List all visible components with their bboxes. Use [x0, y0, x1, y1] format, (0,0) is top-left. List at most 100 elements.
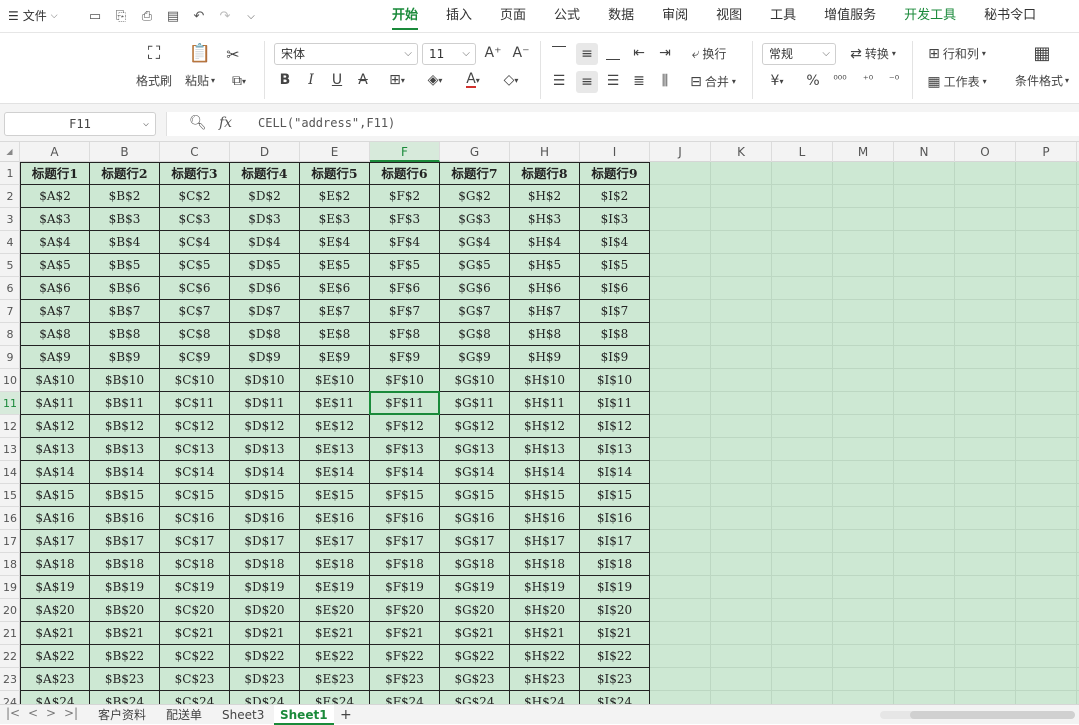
- cell-I5[interactable]: $I$5: [580, 254, 650, 277]
- cell-E20[interactable]: $E$20: [300, 599, 370, 622]
- print-icon[interactable]: ⎙: [138, 7, 156, 25]
- cell-D23[interactable]: $D$23: [230, 668, 300, 691]
- cell-I24[interactable]: $I$24: [580, 691, 650, 704]
- cell-C5[interactable]: $C$5: [160, 254, 230, 277]
- cell-C8[interactable]: $C$8: [160, 323, 230, 346]
- cell-A17[interactable]: $A$17: [20, 530, 90, 553]
- cell-I1[interactable]: 标题行9: [580, 162, 650, 185]
- cell-A21[interactable]: $A$21: [20, 622, 90, 645]
- cell-H7[interactable]: $H$7: [510, 300, 580, 323]
- save-icon[interactable]: ▭: [86, 7, 104, 25]
- cell-B2[interactable]: $B$2: [90, 185, 160, 208]
- convert-button[interactable]: ⇄ 转换 ▾: [844, 45, 902, 62]
- cell-B16[interactable]: $B$16: [90, 507, 160, 530]
- cell-F5[interactable]: $F$5: [370, 254, 440, 277]
- cell-I8[interactable]: $I$8: [580, 323, 650, 346]
- cell-F9[interactable]: $F$9: [370, 346, 440, 369]
- cell-D15[interactable]: $D$15: [230, 484, 300, 507]
- cell-A24[interactable]: $A$24: [20, 691, 90, 704]
- cell-E9[interactable]: $E$9: [300, 346, 370, 369]
- cell-C7[interactable]: $C$7: [160, 300, 230, 323]
- cell-B3[interactable]: $B$3: [90, 208, 160, 231]
- row-header-19[interactable]: 19: [0, 576, 20, 599]
- cell-B19[interactable]: $B$19: [90, 576, 160, 599]
- percent-button[interactable]: %: [804, 73, 822, 89]
- paste-button[interactable]: 📋 粘贴 ▾: [180, 43, 220, 89]
- cell-H3[interactable]: $H$3: [510, 208, 580, 231]
- thousands-button[interactable]: ⁰⁰⁰: [830, 73, 850, 86]
- cell-I4[interactable]: $I$4: [580, 231, 650, 254]
- cell-I13[interactable]: $I$13: [580, 438, 650, 461]
- cell-D5[interactable]: $D$5: [230, 254, 300, 277]
- cell-G21[interactable]: $G$21: [440, 622, 510, 645]
- cell-B14[interactable]: $B$14: [90, 461, 160, 484]
- cell-G14[interactable]: $G$14: [440, 461, 510, 484]
- cell-D17[interactable]: $D$17: [230, 530, 300, 553]
- cell-E10[interactable]: $E$10: [300, 369, 370, 392]
- cell-C17[interactable]: $C$17: [160, 530, 230, 553]
- cell-B21[interactable]: $B$21: [90, 622, 160, 645]
- row-header-14[interactable]: 14: [0, 461, 20, 484]
- cell-C11[interactable]: $C$11: [160, 392, 230, 415]
- align-top-button[interactable]: ⎺: [550, 45, 568, 61]
- sheet-tab-0[interactable]: 客户资料: [92, 705, 152, 725]
- cell-E23[interactable]: $E$23: [300, 668, 370, 691]
- row-header-5[interactable]: 5: [0, 254, 20, 277]
- cell-I19[interactable]: $I$19: [580, 576, 650, 599]
- row-header-6[interactable]: 6: [0, 277, 20, 300]
- cell-D12[interactable]: $D$12: [230, 415, 300, 438]
- cell-E19[interactable]: $E$19: [300, 576, 370, 599]
- cell-A15[interactable]: $A$15: [20, 484, 90, 507]
- cell-D7[interactable]: $D$7: [230, 300, 300, 323]
- cell-H15[interactable]: $H$15: [510, 484, 580, 507]
- chevron-down-icon[interactable]: ⌵: [242, 7, 260, 25]
- sheet-tab-3[interactable]: Sheet1: [274, 705, 334, 725]
- cell-B11[interactable]: $B$11: [90, 392, 160, 415]
- cell-G1[interactable]: 标题行7: [440, 162, 510, 185]
- cell-I3[interactable]: $I$3: [580, 208, 650, 231]
- align-right-button[interactable]: ☰: [604, 73, 622, 89]
- cell-G18[interactable]: $G$18: [440, 553, 510, 576]
- tab-1[interactable]: 插入: [432, 0, 486, 32]
- cell-F19[interactable]: $F$19: [370, 576, 440, 599]
- cell-C12[interactable]: $C$12: [160, 415, 230, 438]
- cell-F1[interactable]: 标题行6: [370, 162, 440, 185]
- cell-I22[interactable]: $I$22: [580, 645, 650, 668]
- column-header-P[interactable]: P: [1016, 142, 1077, 162]
- bold-button[interactable]: B: [276, 72, 294, 88]
- wrap-text-button[interactable]: ⤶ 换行: [684, 45, 734, 62]
- tab-2[interactable]: 页面: [486, 0, 540, 32]
- tab-0[interactable]: 开始: [378, 0, 432, 32]
- cell-B23[interactable]: $B$23: [90, 668, 160, 691]
- cell-H20[interactable]: $H$20: [510, 599, 580, 622]
- fill-color-button[interactable]: ◈ ▾: [420, 72, 450, 88]
- underline-button[interactable]: U: [328, 72, 346, 88]
- cell-A13[interactable]: $A$13: [20, 438, 90, 461]
- cell-A9[interactable]: $A$9: [20, 346, 90, 369]
- redo-icon[interactable]: ↷: [216, 7, 234, 25]
- row-header-15[interactable]: 15: [0, 484, 20, 507]
- cell-H14[interactable]: $H$14: [510, 461, 580, 484]
- cell-F14[interactable]: $F$14: [370, 461, 440, 484]
- cell-C2[interactable]: $C$2: [160, 185, 230, 208]
- conditional-format-button[interactable]: ▦ 条件格式 ▾: [1010, 43, 1074, 89]
- cell-D11[interactable]: $D$11: [230, 392, 300, 415]
- cell-I17[interactable]: $I$17: [580, 530, 650, 553]
- column-header-E[interactable]: E: [300, 142, 370, 162]
- cell-C13[interactable]: $C$13: [160, 438, 230, 461]
- justify-button[interactable]: ≣: [630, 73, 648, 89]
- cell-H16[interactable]: $H$16: [510, 507, 580, 530]
- cell-H17[interactable]: $H$17: [510, 530, 580, 553]
- cell-G13[interactable]: $G$13: [440, 438, 510, 461]
- cell-D19[interactable]: $D$19: [230, 576, 300, 599]
- row-header-3[interactable]: 3: [0, 208, 20, 231]
- cell-E15[interactable]: $E$15: [300, 484, 370, 507]
- cell-A7[interactable]: $A$7: [20, 300, 90, 323]
- cell-C14[interactable]: $C$14: [160, 461, 230, 484]
- cell-C10[interactable]: $C$10: [160, 369, 230, 392]
- cell-A23[interactable]: $A$23: [20, 668, 90, 691]
- decrease-decimal-button[interactable]: ⁻⁰: [884, 73, 904, 86]
- cell-D20[interactable]: $D$20: [230, 599, 300, 622]
- cell-D3[interactable]: $D$3: [230, 208, 300, 231]
- cell-I15[interactable]: $I$15: [580, 484, 650, 507]
